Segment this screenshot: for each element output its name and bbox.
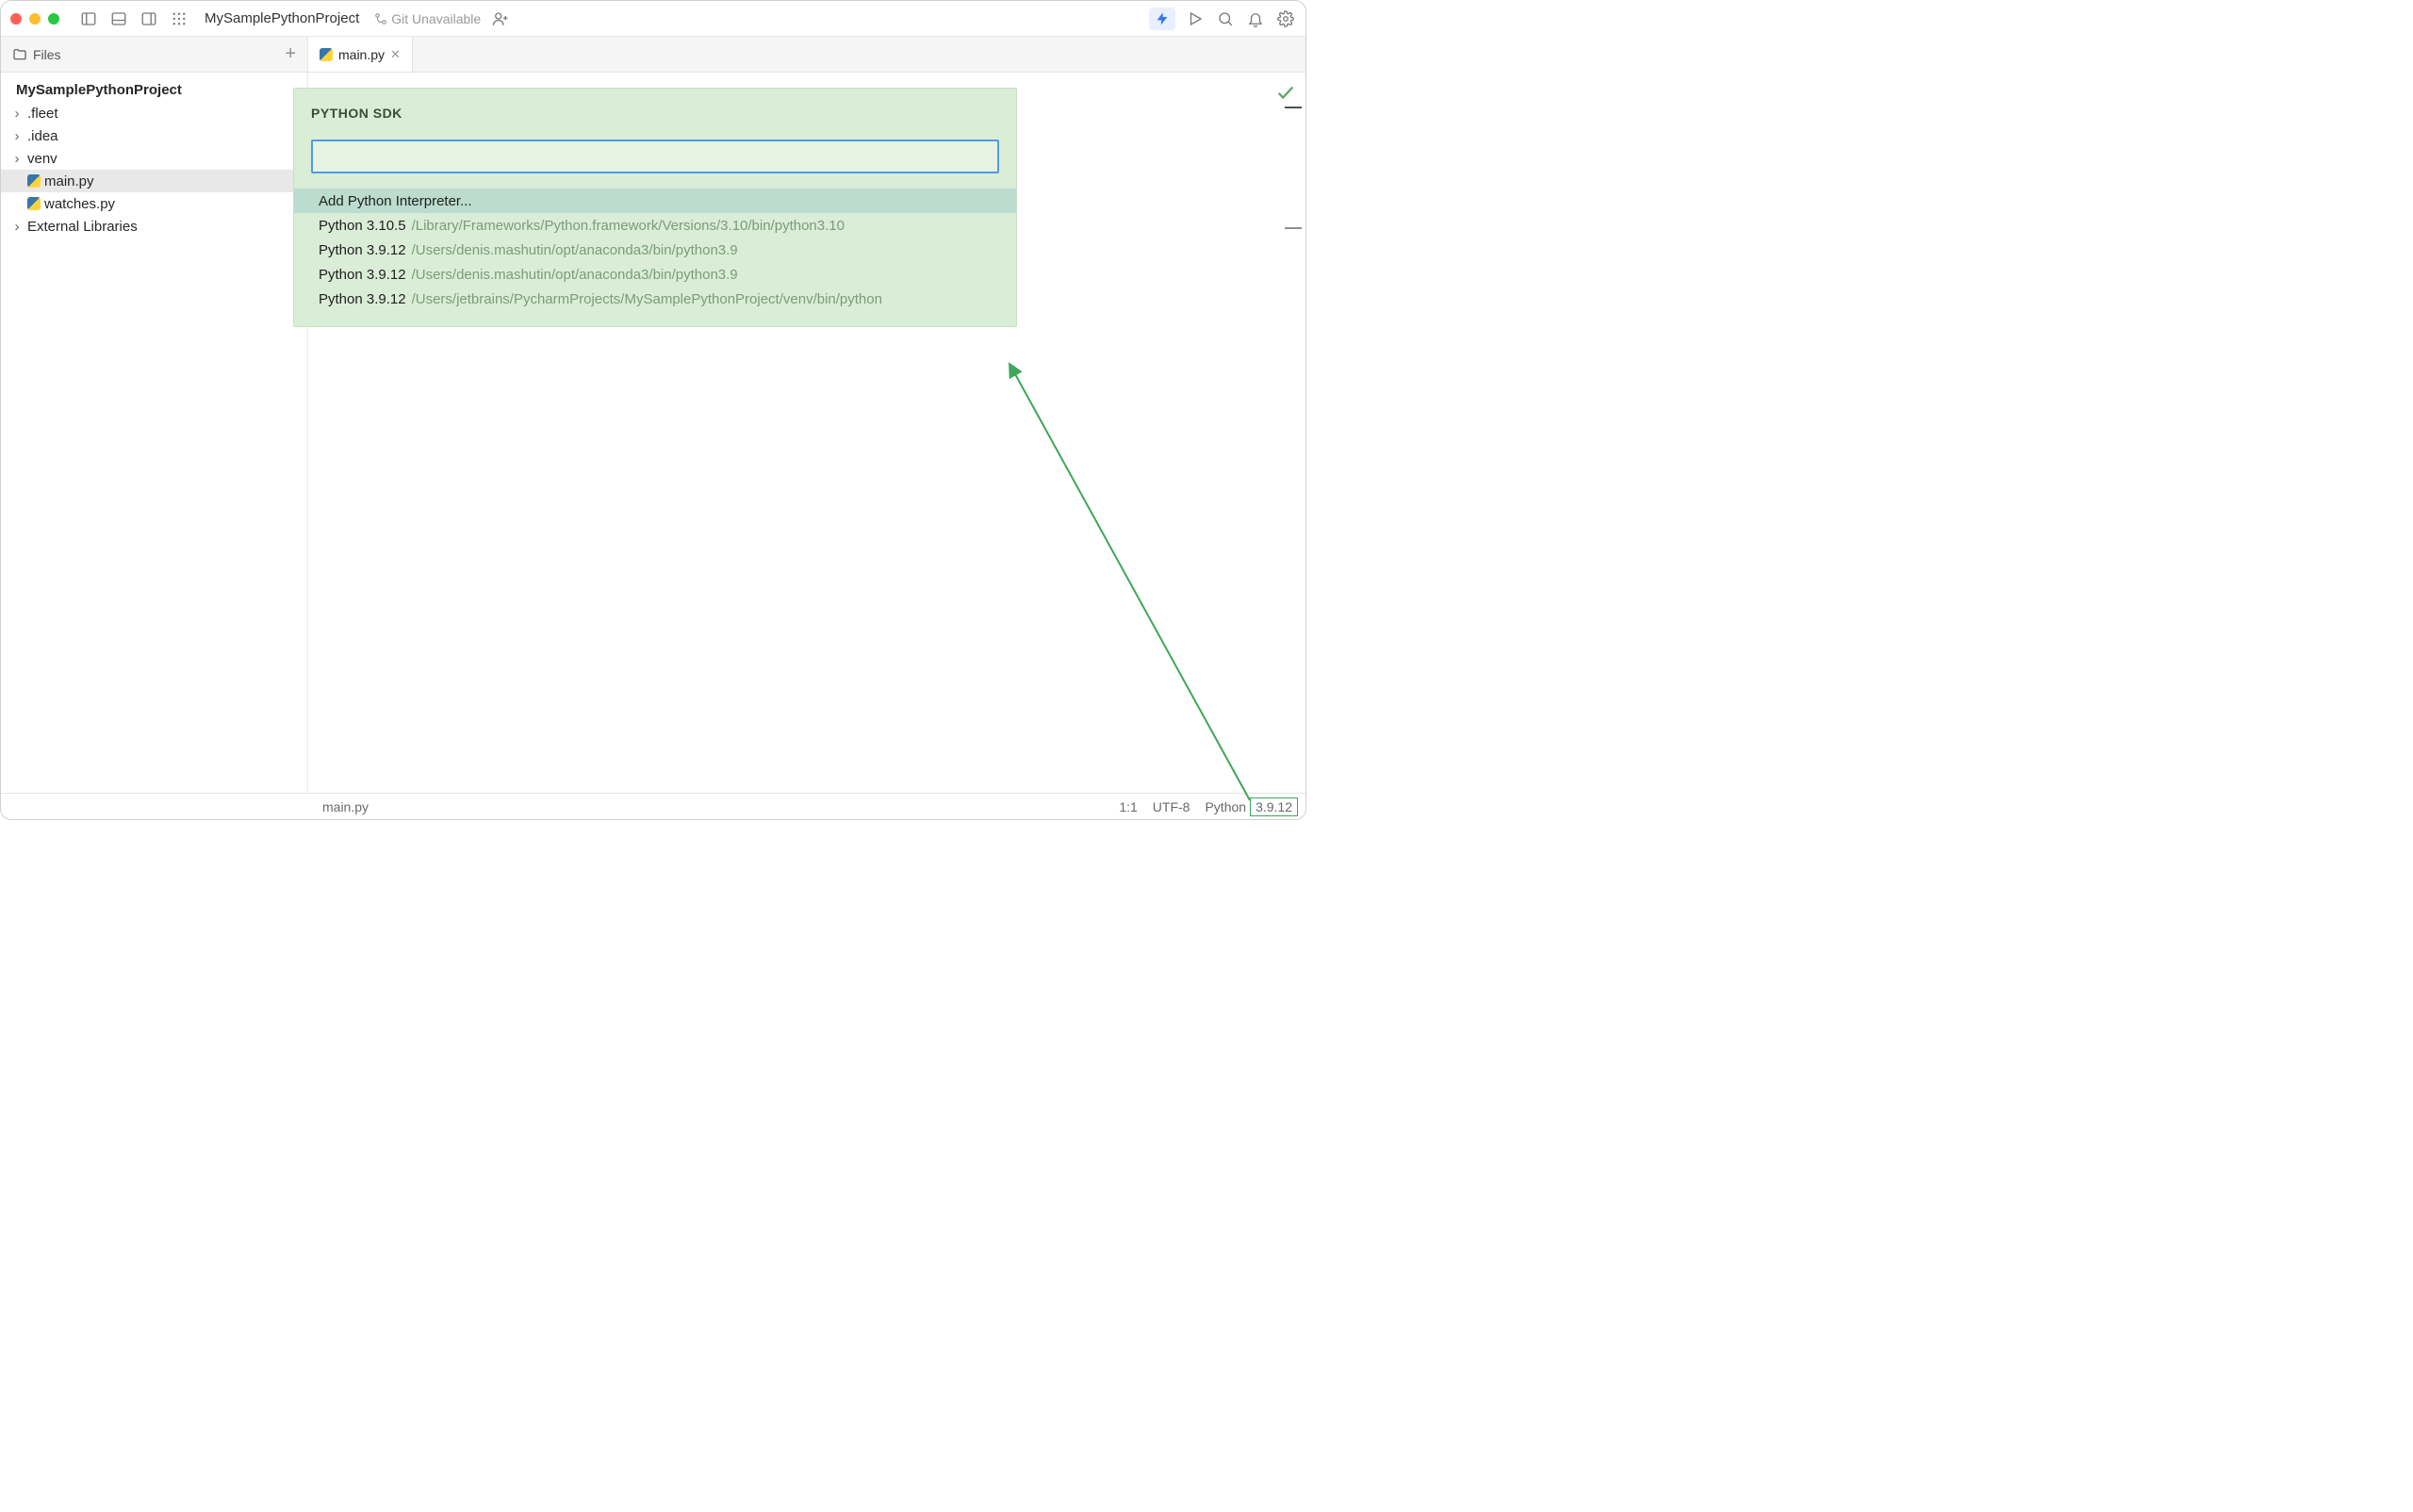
apps-grid-icon[interactable]: [169, 8, 189, 29]
files-sidebar-title: Files: [33, 47, 61, 62]
sdk-item[interactable]: Python 3.10.5 /Library/Frameworks/Python…: [294, 213, 1016, 238]
editor-tabstrip: main.py ✕: [308, 37, 1305, 73]
project-name[interactable]: MySamplePythonProject: [199, 10, 365, 26]
python-file-icon: [27, 174, 41, 188]
python-sdk-popup: PYTHON SDK Add Python Interpreter... Pyt…: [293, 88, 1017, 327]
search-icon[interactable]: [1215, 8, 1236, 29]
python-file-icon: [320, 48, 333, 61]
interpreter-version[interactable]: 3.9.12: [1250, 797, 1298, 816]
tree-item-external-libraries[interactable]: › External Libraries: [1, 215, 307, 238]
window-controls: [10, 13, 59, 25]
caret-position[interactable]: 1:1: [1111, 799, 1144, 814]
sdk-item[interactable]: Python 3.9.12 /Users/denis.mashutin/opt/…: [294, 238, 1016, 262]
chevron-right-icon: ›: [10, 128, 24, 144]
panel-right-icon[interactable]: [139, 8, 159, 29]
chevron-right-icon: ›: [10, 106, 24, 122]
new-file-button[interactable]: +: [285, 43, 296, 65]
editor-marker: —: [1285, 97, 1302, 117]
statusbar-filename[interactable]: main.py: [322, 799, 369, 814]
panel-bottom-icon[interactable]: [108, 8, 129, 29]
fullscreen-window-button[interactable]: [48, 13, 59, 25]
sdk-popup-title: PYTHON SDK: [294, 89, 1016, 130]
notifications-icon[interactable]: [1245, 8, 1266, 29]
tab-filename: main.py: [338, 47, 385, 62]
tree-item-fleet[interactable]: › .fleet: [1, 102, 307, 124]
tree-item-main-py[interactable]: main.py: [1, 170, 307, 192]
titlebar: MySamplePythonProject Git Unavailable: [1, 1, 1305, 37]
sdk-item-add-interpreter[interactable]: Add Python Interpreter...: [294, 189, 1016, 213]
editor-tab-main-py[interactable]: main.py ✕: [308, 37, 413, 72]
close-tab-icon[interactable]: ✕: [390, 47, 401, 62]
project-tree[interactable]: MySamplePythonProject › .fleet › .idea ›…: [1, 73, 307, 243]
tree-item-watches-py[interactable]: watches.py: [1, 192, 307, 215]
run-button[interactable]: [1185, 8, 1206, 29]
editor-marker: —: [1285, 218, 1302, 238]
file-encoding[interactable]: UTF-8: [1145, 799, 1198, 814]
git-status-label: Git Unavailable: [391, 11, 481, 26]
project-root[interactable]: MySamplePythonProject: [1, 78, 307, 102]
close-window-button[interactable]: [10, 13, 22, 25]
tree-item-venv[interactable]: › venv: [1, 147, 307, 170]
sdk-search-input[interactable]: [311, 140, 999, 173]
settings-icon[interactable]: [1275, 8, 1296, 29]
statusbar: main.py 1:1 UTF-8 Python 3.9.12: [1, 793, 1305, 819]
python-file-icon: [27, 197, 41, 210]
git-status[interactable]: Git Unavailable: [374, 11, 481, 26]
add-collaborator-icon[interactable]: [490, 8, 511, 29]
ai-assist-button[interactable]: [1149, 8, 1175, 30]
files-sidebar-header: Files +: [1, 37, 307, 73]
folder-icon: [12, 47, 27, 62]
files-sidebar: Files + MySamplePythonProject › .fleet ›…: [1, 37, 308, 793]
chevron-right-icon: ›: [10, 151, 24, 167]
ide-window: MySamplePythonProject Git Unavailable: [0, 0, 1306, 820]
sdk-item[interactable]: Python 3.9.12 /Users/jetbrains/PycharmPr…: [294, 287, 1016, 311]
interpreter-label[interactable]: Python: [1197, 799, 1248, 814]
panel-left-icon[interactable]: [78, 8, 99, 29]
sdk-item[interactable]: Python 3.9.12 /Users/denis.mashutin/opt/…: [294, 262, 1016, 287]
chevron-right-icon: ›: [10, 219, 24, 235]
sdk-list: Add Python Interpreter... Python 3.10.5 …: [294, 189, 1016, 311]
tree-item-idea[interactable]: › .idea: [1, 124, 307, 147]
minimize-window-button[interactable]: [29, 13, 41, 25]
